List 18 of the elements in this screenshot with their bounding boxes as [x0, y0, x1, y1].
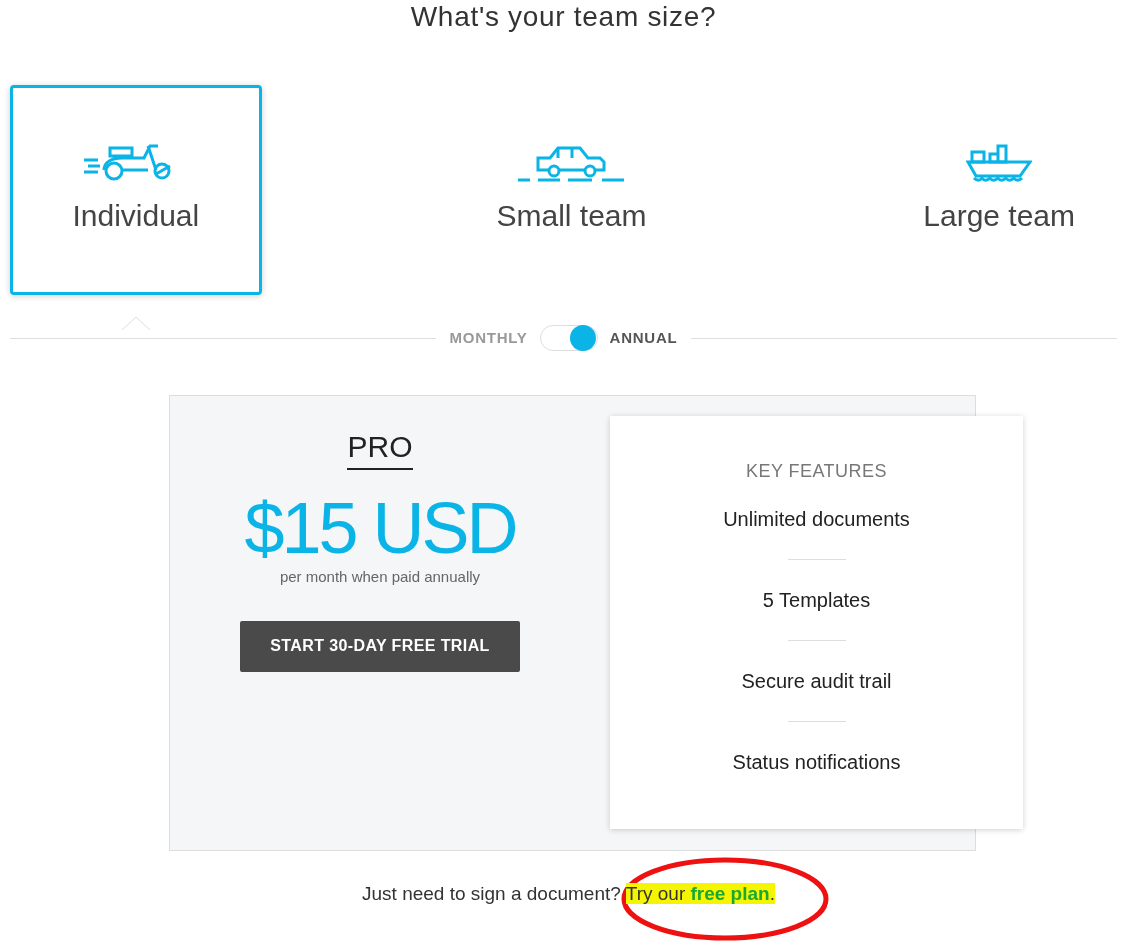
team-size-option[interactable]: Large team: [881, 85, 1117, 295]
free-plan-prompt: Just need to sign a document? Try our free plan.: [361, 882, 775, 906]
billing-label: ANNUAL: [609, 327, 678, 348]
plan-name: PRO: [347, 430, 413, 470]
section-heading: What's your team size?: [410, 0, 717, 34]
feature-item: Unlimited documents: [723, 507, 910, 532]
price-note: per month when paid annually: [279, 567, 481, 587]
team-size-option[interactable]: Small team: [445, 85, 698, 295]
start-trial-button[interactable]: START 30-DAY FREE TRIAL: [240, 620, 520, 672]
team-size-option[interactable]: Individual: [10, 85, 262, 295]
billing-label: MONTHLY: [449, 327, 528, 348]
feature-item: Secure audit trail: [741, 669, 892, 694]
billing-toggle[interactable]: [539, 325, 598, 351]
feature-item: 5 Templates: [762, 588, 871, 613]
features-title: KEY FEATURES: [746, 460, 887, 483]
price: $15 USD: [244, 488, 516, 568]
feature-item: Status notifications: [732, 750, 901, 775]
pointer-notch: [122, 316, 150, 330]
